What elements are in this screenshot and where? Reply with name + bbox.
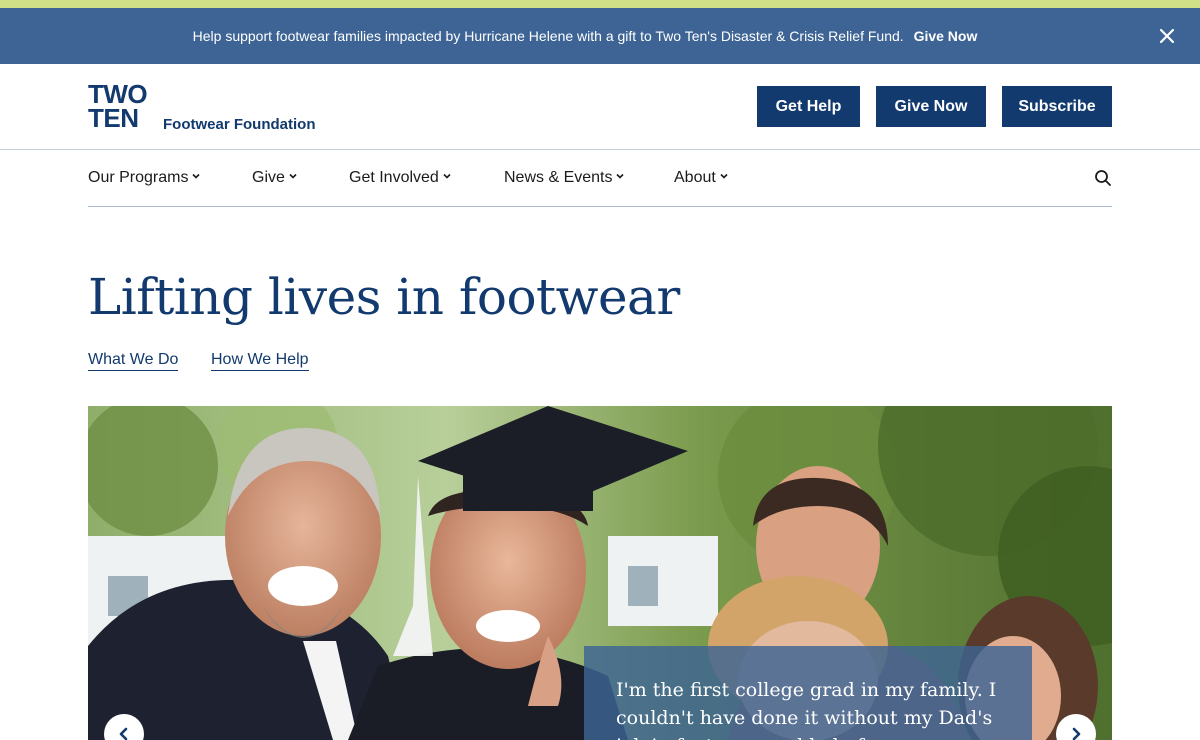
nav-item-about[interactable]: About xyxy=(674,150,729,206)
announcement-give-now-link[interactable]: Give Now xyxy=(914,28,978,44)
nav-item-news-events[interactable]: News & Events xyxy=(504,150,625,206)
logo-word-ten: TEN xyxy=(88,103,139,133)
chevron-down-icon xyxy=(443,173,451,179)
chevron-down-icon xyxy=(289,173,297,179)
close-icon[interactable] xyxy=(1158,27,1176,45)
what-we-do-link[interactable]: What We Do xyxy=(88,351,179,371)
logo-subtitle: Footwear Foundation xyxy=(163,116,316,133)
nav-item-label: Our Programs xyxy=(88,169,189,186)
announcement-message: Help support footwear families impacted … xyxy=(192,28,904,44)
two-ten-logo[interactable]: TWO TEN Footwear Foundation xyxy=(88,81,328,134)
get-help-button[interactable]: Get Help xyxy=(757,86,860,127)
nav-item-label: Give xyxy=(252,169,285,186)
subscribe-button[interactable]: Subscribe xyxy=(1002,86,1112,127)
hero-carousel: I'm the first college grad in my family.… xyxy=(88,406,1112,740)
search-icon[interactable] xyxy=(1094,169,1112,187)
top-accent-stripe xyxy=(0,0,1200,8)
testimonial-quote-box: I'm the first college grad in my family.… xyxy=(584,646,1032,740)
nav-item-our-programs[interactable]: Our Programs xyxy=(88,150,201,206)
announcement-bar: Help support footwear families impacted … xyxy=(0,8,1200,64)
announcement-text-wrap: Help support footwear families impacted … xyxy=(0,8,1170,64)
main-nav: Our Programs Give Get Involved News & Ev… xyxy=(88,150,1112,207)
chevron-down-icon xyxy=(192,173,201,179)
chevron-down-icon xyxy=(720,173,728,179)
nav-item-get-involved[interactable]: Get Involved xyxy=(349,150,452,206)
nav-item-label: About xyxy=(674,169,716,186)
give-now-button[interactable]: Give Now xyxy=(876,86,986,127)
nav-item-give[interactable]: Give xyxy=(252,150,298,206)
nav-item-label: Get Involved xyxy=(349,169,439,186)
chevron-down-icon xyxy=(616,173,625,179)
nav-item-label: News & Events xyxy=(504,169,613,186)
chevron-left-icon xyxy=(119,727,128,740)
page-title: Lifting lives in footwear xyxy=(88,268,680,326)
testimonial-quote: I'm the first college grad in my family.… xyxy=(616,679,997,740)
how-we-help-link[interactable]: How We Help xyxy=(211,351,309,371)
chevron-right-icon xyxy=(1072,727,1081,740)
site-header: TWO TEN Footwear Foundation Get Help Giv… xyxy=(0,64,1200,150)
